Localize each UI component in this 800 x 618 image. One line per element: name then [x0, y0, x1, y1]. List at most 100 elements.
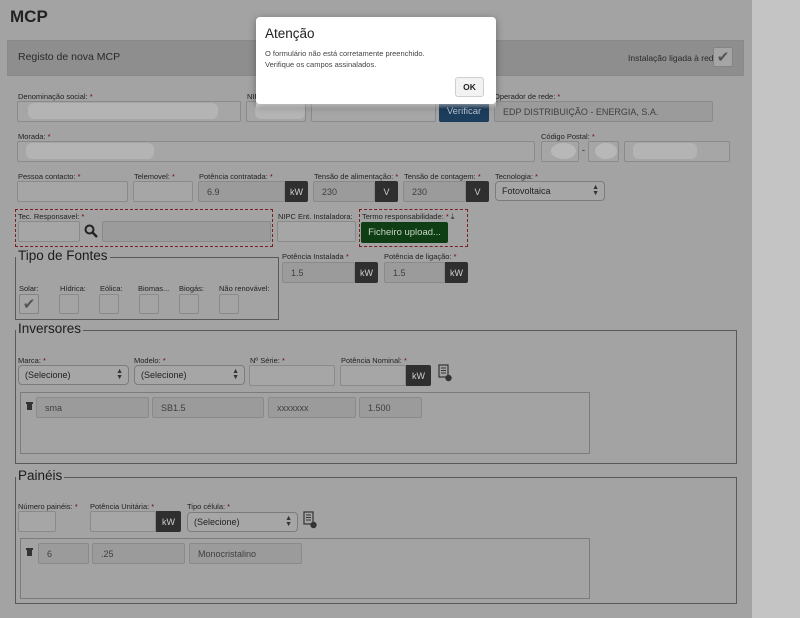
fonte-checkbox-eolica[interactable]	[99, 294, 119, 314]
potencia-nominal-input[interactable]	[340, 365, 406, 386]
fonte-label-biogas: Biogás:	[179, 284, 205, 293]
tensao-alim-label: Tensão de alimentação: *	[314, 172, 399, 181]
tipo-celula-value: (Selecione)	[194, 517, 240, 527]
tensao-alim-input[interactable]: 230	[313, 181, 375, 202]
pessoa-input[interactable]	[17, 181, 128, 202]
kw-unit: kW	[445, 262, 468, 283]
search-icon[interactable]	[84, 224, 98, 238]
fonte-label-nao-renovavel: Não renovável:	[219, 284, 270, 293]
tecnologia-select[interactable]: Fotovoltaica ▲ ▼	[495, 181, 605, 201]
fonte-label-hidrica: Hídrica:	[60, 284, 86, 293]
kw-unit: kW	[355, 262, 378, 283]
paineis-legend: Painéis	[16, 468, 65, 483]
page-title: MCP	[10, 7, 48, 26]
kw-unit: kW	[156, 511, 181, 532]
tec-resp-label: Tec. Responsavel: *	[18, 212, 85, 221]
marca-select[interactable]: (Selecione) ▲ ▼	[18, 365, 129, 385]
table-cell: xxxxxxx	[268, 397, 356, 418]
tipo-fontes-legend: Tipo de Fontes	[16, 248, 110, 263]
fonte-checkbox-hidrica[interactable]	[59, 294, 79, 314]
telemovel-input[interactable]	[133, 181, 193, 202]
termo-label: Termo responsabilidade: * ⤓	[362, 212, 455, 221]
ok-button[interactable]: OK	[455, 77, 484, 97]
pot-ligacao-input[interactable]: 1.5	[384, 262, 445, 283]
nipc-input[interactable]	[277, 221, 356, 242]
modelo-label: Modelo: *	[134, 356, 166, 365]
trash-icon[interactable]	[26, 548, 33, 556]
tec-resp-input[interactable]	[18, 221, 80, 242]
fonte-label-eolica: Eólica:	[100, 284, 123, 293]
potencia-unitaria-input[interactable]	[90, 511, 156, 532]
table-cell: 6	[38, 543, 89, 564]
morada-label: Morada: *	[18, 132, 51, 141]
check-icon: ✔	[22, 295, 36, 313]
add-document-icon[interactable]	[303, 511, 317, 529]
marca-value: (Selecione)	[25, 370, 71, 380]
potencia-nominal-label: Potência Nominal: *	[341, 356, 407, 365]
pot-instalada-label: Potência Instalada *	[282, 252, 349, 261]
dialog-message: O formulário não está corretamente preen…	[265, 48, 425, 70]
numero-paineis-label: Número painéis: *	[18, 502, 78, 511]
redacted-area	[633, 143, 697, 159]
form-title: Registo de nova MCP	[18, 51, 121, 63]
select-arrows-icon: ▲ ▼	[232, 368, 239, 381]
fonte-checkbox-biomassa[interactable]	[139, 294, 159, 314]
redacted-area	[26, 143, 154, 159]
select-arrows-icon: ▲ ▼	[285, 515, 292, 528]
cp-separator: -	[582, 145, 585, 155]
installation-label: Instalação ligada à rede:	[628, 53, 721, 63]
redacted-area	[28, 103, 218, 119]
tipo-celula-label: Tipo célula: *	[187, 502, 231, 511]
check-icon: ✔	[716, 48, 730, 66]
tipo-celula-select[interactable]: (Selecione) ▲ ▼	[187, 512, 298, 532]
serie-input[interactable]	[249, 365, 335, 386]
select-arrows-icon: ▲ ▼	[116, 368, 123, 381]
fonte-label-solar: Solar:	[19, 284, 39, 293]
telemovel-label: Telemovel: *	[134, 172, 175, 181]
denominacao-label: Denominação social: *	[18, 92, 93, 101]
table-cell: SB1.5	[152, 397, 264, 418]
potencia-contratada-input[interactable]: 6.9	[198, 181, 285, 202]
codigo-postal-label: Código Postal: *	[541, 132, 595, 141]
modelo-select[interactable]: (Selecione) ▲ ▼	[134, 365, 245, 385]
download-icon[interactable]: ⤓	[451, 212, 455, 221]
nipc-label: NIPC Ent. Instaladora:	[278, 212, 353, 221]
operador-input[interactable]: EDP DISTRIBUIÇÃO - ENERGIA, S.A.	[494, 101, 713, 122]
tec-resp-name-input[interactable]	[102, 221, 271, 242]
marca-label: Marca: *	[18, 356, 46, 365]
table-cell: Monocristalino	[189, 543, 302, 564]
select-arrows-icon: ▲ ▼	[592, 184, 599, 197]
modelo-value: (Selecione)	[141, 370, 187, 380]
pot-ligacao-label: Potência de ligação: *	[384, 252, 457, 261]
table-cell: sma	[36, 397, 149, 418]
installation-checkbox[interactable]: ✔	[713, 47, 733, 67]
serie-label: Nº Série: *	[250, 356, 285, 365]
scroll-area	[752, 0, 800, 618]
numero-paineis-input[interactable]	[18, 511, 56, 532]
fonte-checkbox-nao-renovavel[interactable]	[219, 294, 239, 314]
table-cell: .25	[92, 543, 185, 564]
add-document-icon[interactable]	[438, 364, 452, 382]
v-unit: V	[466, 181, 489, 202]
tensao-cont-label: Tensão de contagem: *	[404, 172, 481, 181]
fonte-checkbox-solar[interactable]: ✔	[19, 294, 39, 314]
tecnologia-value: Fotovoltaica	[502, 186, 551, 196]
inversores-legend: Inversores	[16, 321, 84, 336]
pot-instalada-input[interactable]: 1.5	[282, 262, 355, 283]
potencia-contratada-label: Potência contratada: *	[199, 172, 273, 181]
potencia-unitaria-label: Potência Unitária: *	[90, 502, 155, 511]
dialog-title: Atenção	[265, 26, 315, 41]
fonte-checkbox-biogas[interactable]	[179, 294, 199, 314]
tecnologia-label: Tecnologia: *	[495, 172, 538, 181]
alert-dialog: Atenção O formulário não está corretamen…	[256, 17, 496, 104]
dialog-message-line: O formulário não está corretamente preen…	[265, 49, 425, 58]
dialog-shadow	[256, 97, 496, 109]
operador-label: Operador de rede: *	[494, 92, 561, 101]
trash-icon[interactable]	[26, 402, 33, 410]
upload-button[interactable]: Ficheiro upload...	[361, 222, 448, 243]
redacted-area	[595, 143, 617, 159]
tensao-cont-input[interactable]: 230	[403, 181, 466, 202]
redacted-area	[551, 143, 576, 159]
kw-unit: kW	[406, 365, 431, 386]
dialog-message-line: Verifique os campos assinalados.	[265, 60, 377, 69]
